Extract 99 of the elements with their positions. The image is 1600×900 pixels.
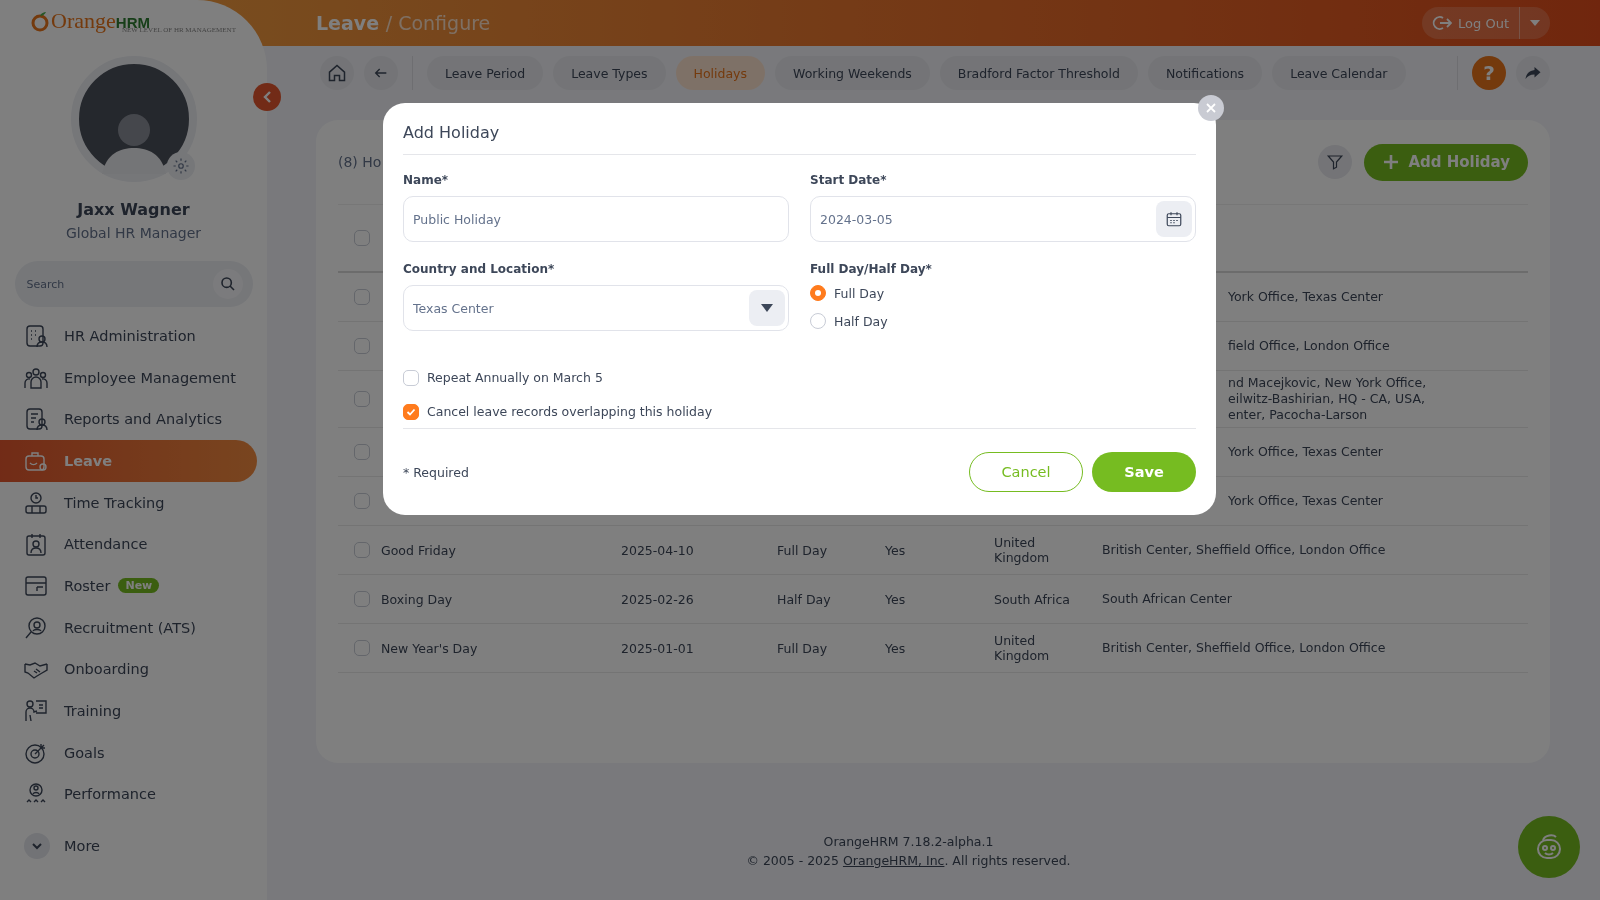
nav-item[interactable]: Time Tracking <box>0 481 257 524</box>
select-all-checkbox[interactable] <box>354 230 370 246</box>
recurring-value: Yes <box>885 591 907 607</box>
save-button[interactable]: Save <box>1092 452 1196 493</box>
holiday-name: New Year's Day <box>381 640 479 656</box>
row-checkbox[interactable] <box>354 542 370 558</box>
radio-button[interactable] <box>810 285 826 301</box>
row-checkbox[interactable] <box>354 289 370 305</box>
breadcrumb: Leave / Configure <box>316 12 491 34</box>
checkbox-label: Cancel leave records overlapping this holiday <box>427 404 713 419</box>
nav-item[interactable]: Training <box>0 690 257 732</box>
location-text: field Office, London Office <box>1228 338 1391 354</box>
tab[interactable]: Leave Types <box>553 56 666 90</box>
share-icon[interactable] <box>1516 56 1550 90</box>
date-input[interactable]: 2024-03-05 <box>810 196 1196 242</box>
row-checkbox[interactable] <box>354 493 370 509</box>
location-text: nd Macejkovic, New York Office, <box>1228 375 1428 391</box>
report-icon <box>24 407 48 432</box>
tab[interactable]: Notifications <box>1147 56 1263 90</box>
field-label: Name* <box>403 173 450 187</box>
row-checkbox[interactable] <box>354 444 370 460</box>
country-name: South Africa <box>994 591 1071 607</box>
location-text: British Center, Sheffield Office, London Office <box>1102 640 1387 656</box>
presentation-icon <box>24 699 48 724</box>
checkbox[interactable] <box>403 403 419 420</box>
logout-icon <box>1432 15 1453 31</box>
location-text: York Office, Texas Center <box>1228 289 1384 305</box>
id-card-icon <box>24 323 48 348</box>
checkbox-label: Repeat Annually on March 5 <box>427 370 603 386</box>
required-note: * Required <box>403 464 469 480</box>
search-field[interactable]: Search <box>14 261 253 307</box>
settings-icon[interactable] <box>171 157 190 175</box>
location-text: South African Center <box>1102 591 1233 607</box>
recurring-value: Yes <box>885 542 907 558</box>
caret-down-icon[interactable] <box>749 290 785 326</box>
recurring-value: Yes <box>885 640 907 656</box>
holiday-length: Full Day <box>777 542 829 558</box>
location-text: York Office, Texas Center <box>1228 444 1384 460</box>
nav-item[interactable]: Leave <box>0 440 257 482</box>
user-name: Jaxx Wagner <box>77 200 190 219</box>
nav-item[interactable]: Goals <box>0 731 257 774</box>
tab[interactable]: Leave Period <box>427 56 544 90</box>
nav-item[interactable]: Attendance <box>0 523 257 566</box>
nav-item[interactable]: Performance <box>0 773 257 816</box>
name-input[interactable]: Public Holiday <box>403 196 789 242</box>
holiday-date: 2025-02-26 <box>621 591 695 607</box>
dialog-title: Add Holiday <box>403 103 1196 155</box>
cancel-button[interactable]: Cancel <box>969 452 1083 493</box>
chevron-down-icon[interactable] <box>24 833 50 860</box>
collapse-chevron-icon[interactable] <box>253 83 281 111</box>
people-icon <box>24 365 48 390</box>
location-text: enter, Pacocha-Larson <box>1228 407 1369 423</box>
nav-item[interactable]: Onboarding <box>0 648 257 691</box>
location-text: York Office, Texas Center <box>1228 493 1384 509</box>
close-icon <box>1206 103 1216 113</box>
holiday-name: Good Friday <box>381 542 457 558</box>
close-button[interactable] <box>1198 95 1224 121</box>
holiday-date: 2025-04-10 <box>621 542 695 558</box>
radio-label: Full Day <box>834 285 885 301</box>
help-button[interactable]: ? <box>1472 56 1506 90</box>
filter-icon[interactable] <box>1318 145 1353 179</box>
radio-label: Half Day <box>834 313 888 329</box>
row-checkbox[interactable] <box>354 391 370 407</box>
magnifier-icon <box>24 615 48 640</box>
clock-icon <box>24 490 48 515</box>
country-name: United Kingdom <box>994 535 1051 565</box>
holiday-date: 2025-01-01 <box>621 640 695 656</box>
location-text: British Center, Sheffield Office, London Office <box>1102 542 1387 558</box>
card-title: (8) Ho <box>338 154 382 170</box>
country-name: United Kingdom <box>994 633 1051 663</box>
holiday-length: Full Day <box>777 640 829 656</box>
user-role: Global HR Manager <box>65 225 202 241</box>
location-select[interactable]: Texas Center <box>403 285 789 331</box>
checkmark-icon <box>406 406 416 417</box>
nav-item[interactable]: Roster New <box>0 565 257 607</box>
nav-item[interactable]: Employee Management <box>0 356 257 399</box>
more-link[interactable]: More <box>64 838 100 855</box>
tab[interactable]: Leave Calendar <box>1272 56 1406 90</box>
holiday-name: Boxing Day <box>381 591 454 607</box>
tab[interactable]: Bradford Factor Threshold <box>939 56 1138 90</box>
version-text: OrangeHRM 7.18.2-alpha.1 <box>822 833 995 851</box>
row-checkbox[interactable] <box>354 338 370 354</box>
tab[interactable]: Working Weekends <box>775 56 930 90</box>
nav-item[interactable]: Recruitment (ATS) <box>0 606 257 649</box>
calendar-icon[interactable] <box>1156 201 1192 237</box>
field-label: Start Date* <box>810 173 888 187</box>
nav-item[interactable]: Reports and Analytics <box>0 398 257 441</box>
checkbox[interactable] <box>403 369 419 386</box>
row-checkbox[interactable] <box>354 591 370 607</box>
nav-item[interactable]: HR Administration <box>0 315 257 357</box>
field-label: Full Day/Half Day* <box>810 262 933 276</box>
holiday-length: Half Day <box>777 591 832 607</box>
location-text: eilwitz-Bashirian, HQ - CA, USA, <box>1228 391 1426 407</box>
home-icon[interactable] <box>320 56 354 90</box>
new-badge: New <box>118 578 160 594</box>
badge-icon <box>24 532 48 557</box>
plus-icon <box>1382 153 1401 171</box>
row-checkbox[interactable] <box>354 640 370 656</box>
field-label: Country and Location* <box>403 262 556 276</box>
